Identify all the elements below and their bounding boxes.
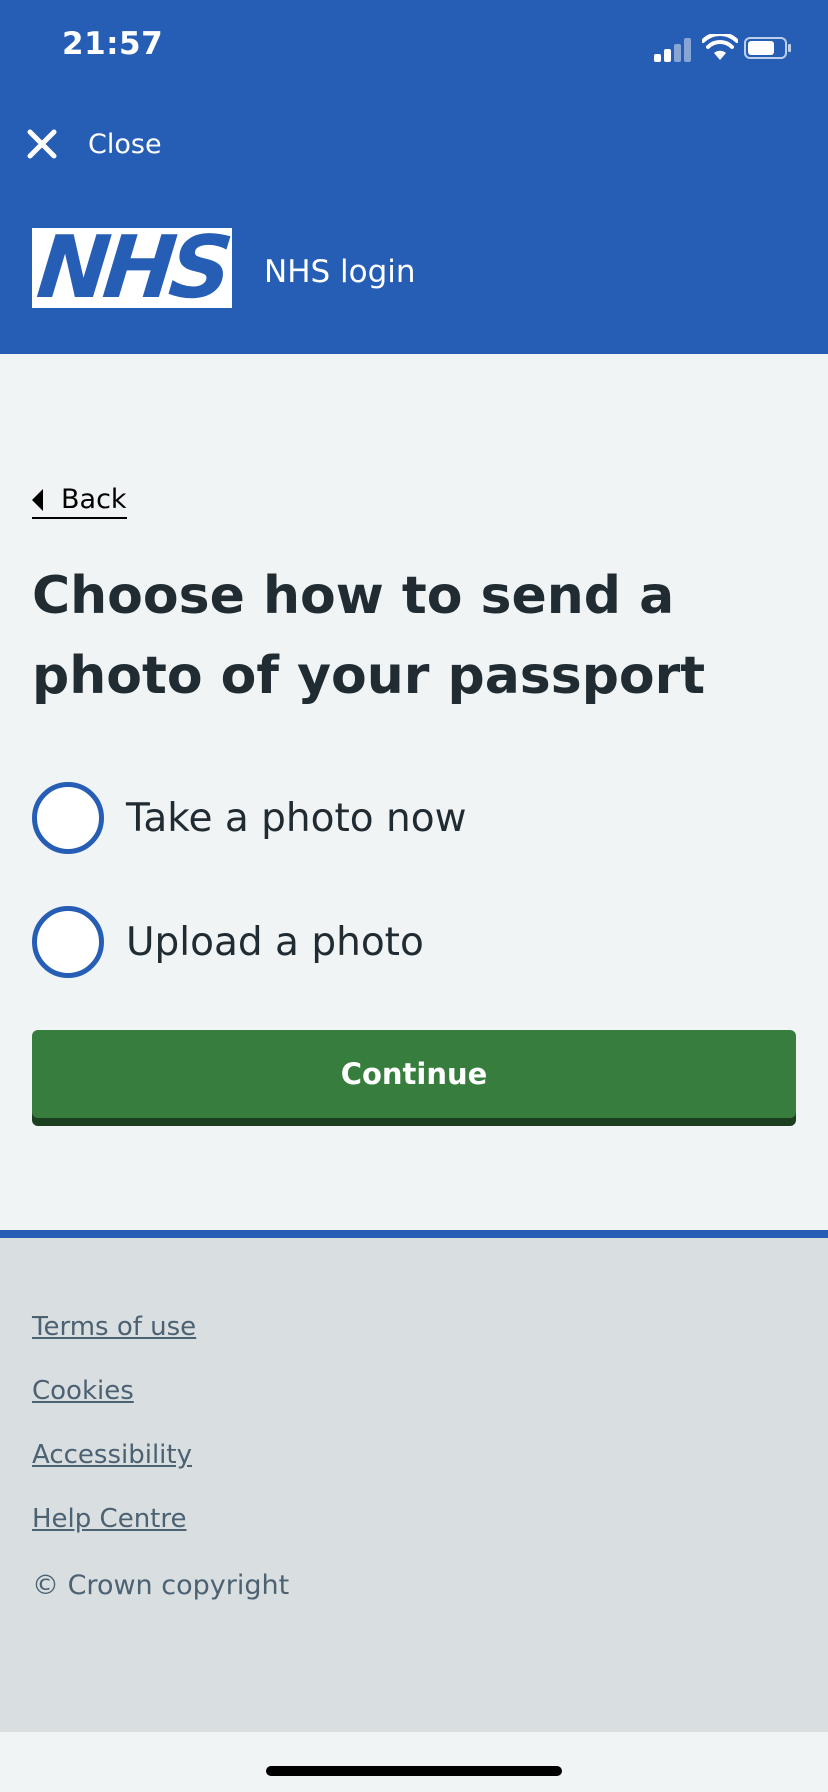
nhs-logo-text: NHS <box>32 218 232 318</box>
footer-link-terms[interactable]: Terms of use <box>32 1312 196 1342</box>
copyright-text: © Crown copyright <box>32 1570 290 1601</box>
radio-button[interactable] <box>32 906 104 978</box>
cellular-signal-icon <box>654 38 694 62</box>
home-indicator[interactable] <box>266 1766 562 1776</box>
radio-option-take-photo[interactable]: Take a photo now <box>32 782 467 854</box>
radio-label[interactable]: Upload a photo <box>126 920 424 965</box>
close-label: Close <box>88 128 162 160</box>
nhs-logo: NHS <box>32 218 232 318</box>
footer-link-accessibility[interactable]: Accessibility <box>32 1440 192 1470</box>
back-arrow-icon <box>32 488 43 511</box>
footer-link-cookies[interactable]: Cookies <box>32 1376 134 1406</box>
app-header: 21:57 Close NHS NHS login <box>0 0 828 354</box>
brand-label: NHS login <box>264 254 416 290</box>
battery-icon <box>744 37 791 59</box>
continue-button[interactable]: Continue <box>32 1030 796 1118</box>
wifi-icon <box>702 34 738 60</box>
page-title: Choose how to send a photo of your passp… <box>32 566 706 706</box>
footer-link-help-centre[interactable]: Help Centre <box>32 1504 186 1534</box>
radio-option-upload-photo[interactable]: Upload a photo <box>32 906 424 978</box>
close-icon <box>27 129 57 159</box>
back-link[interactable]: Back <box>32 484 127 519</box>
back-label: Back <box>61 484 127 515</box>
status-time: 21:57 <box>62 26 164 62</box>
radio-button[interactable] <box>32 782 104 854</box>
radio-label[interactable]: Take a photo now <box>126 796 467 841</box>
close-button[interactable]: Close <box>26 124 162 164</box>
footer: Terms of use Cookies Accessibility Help … <box>0 1230 828 1732</box>
